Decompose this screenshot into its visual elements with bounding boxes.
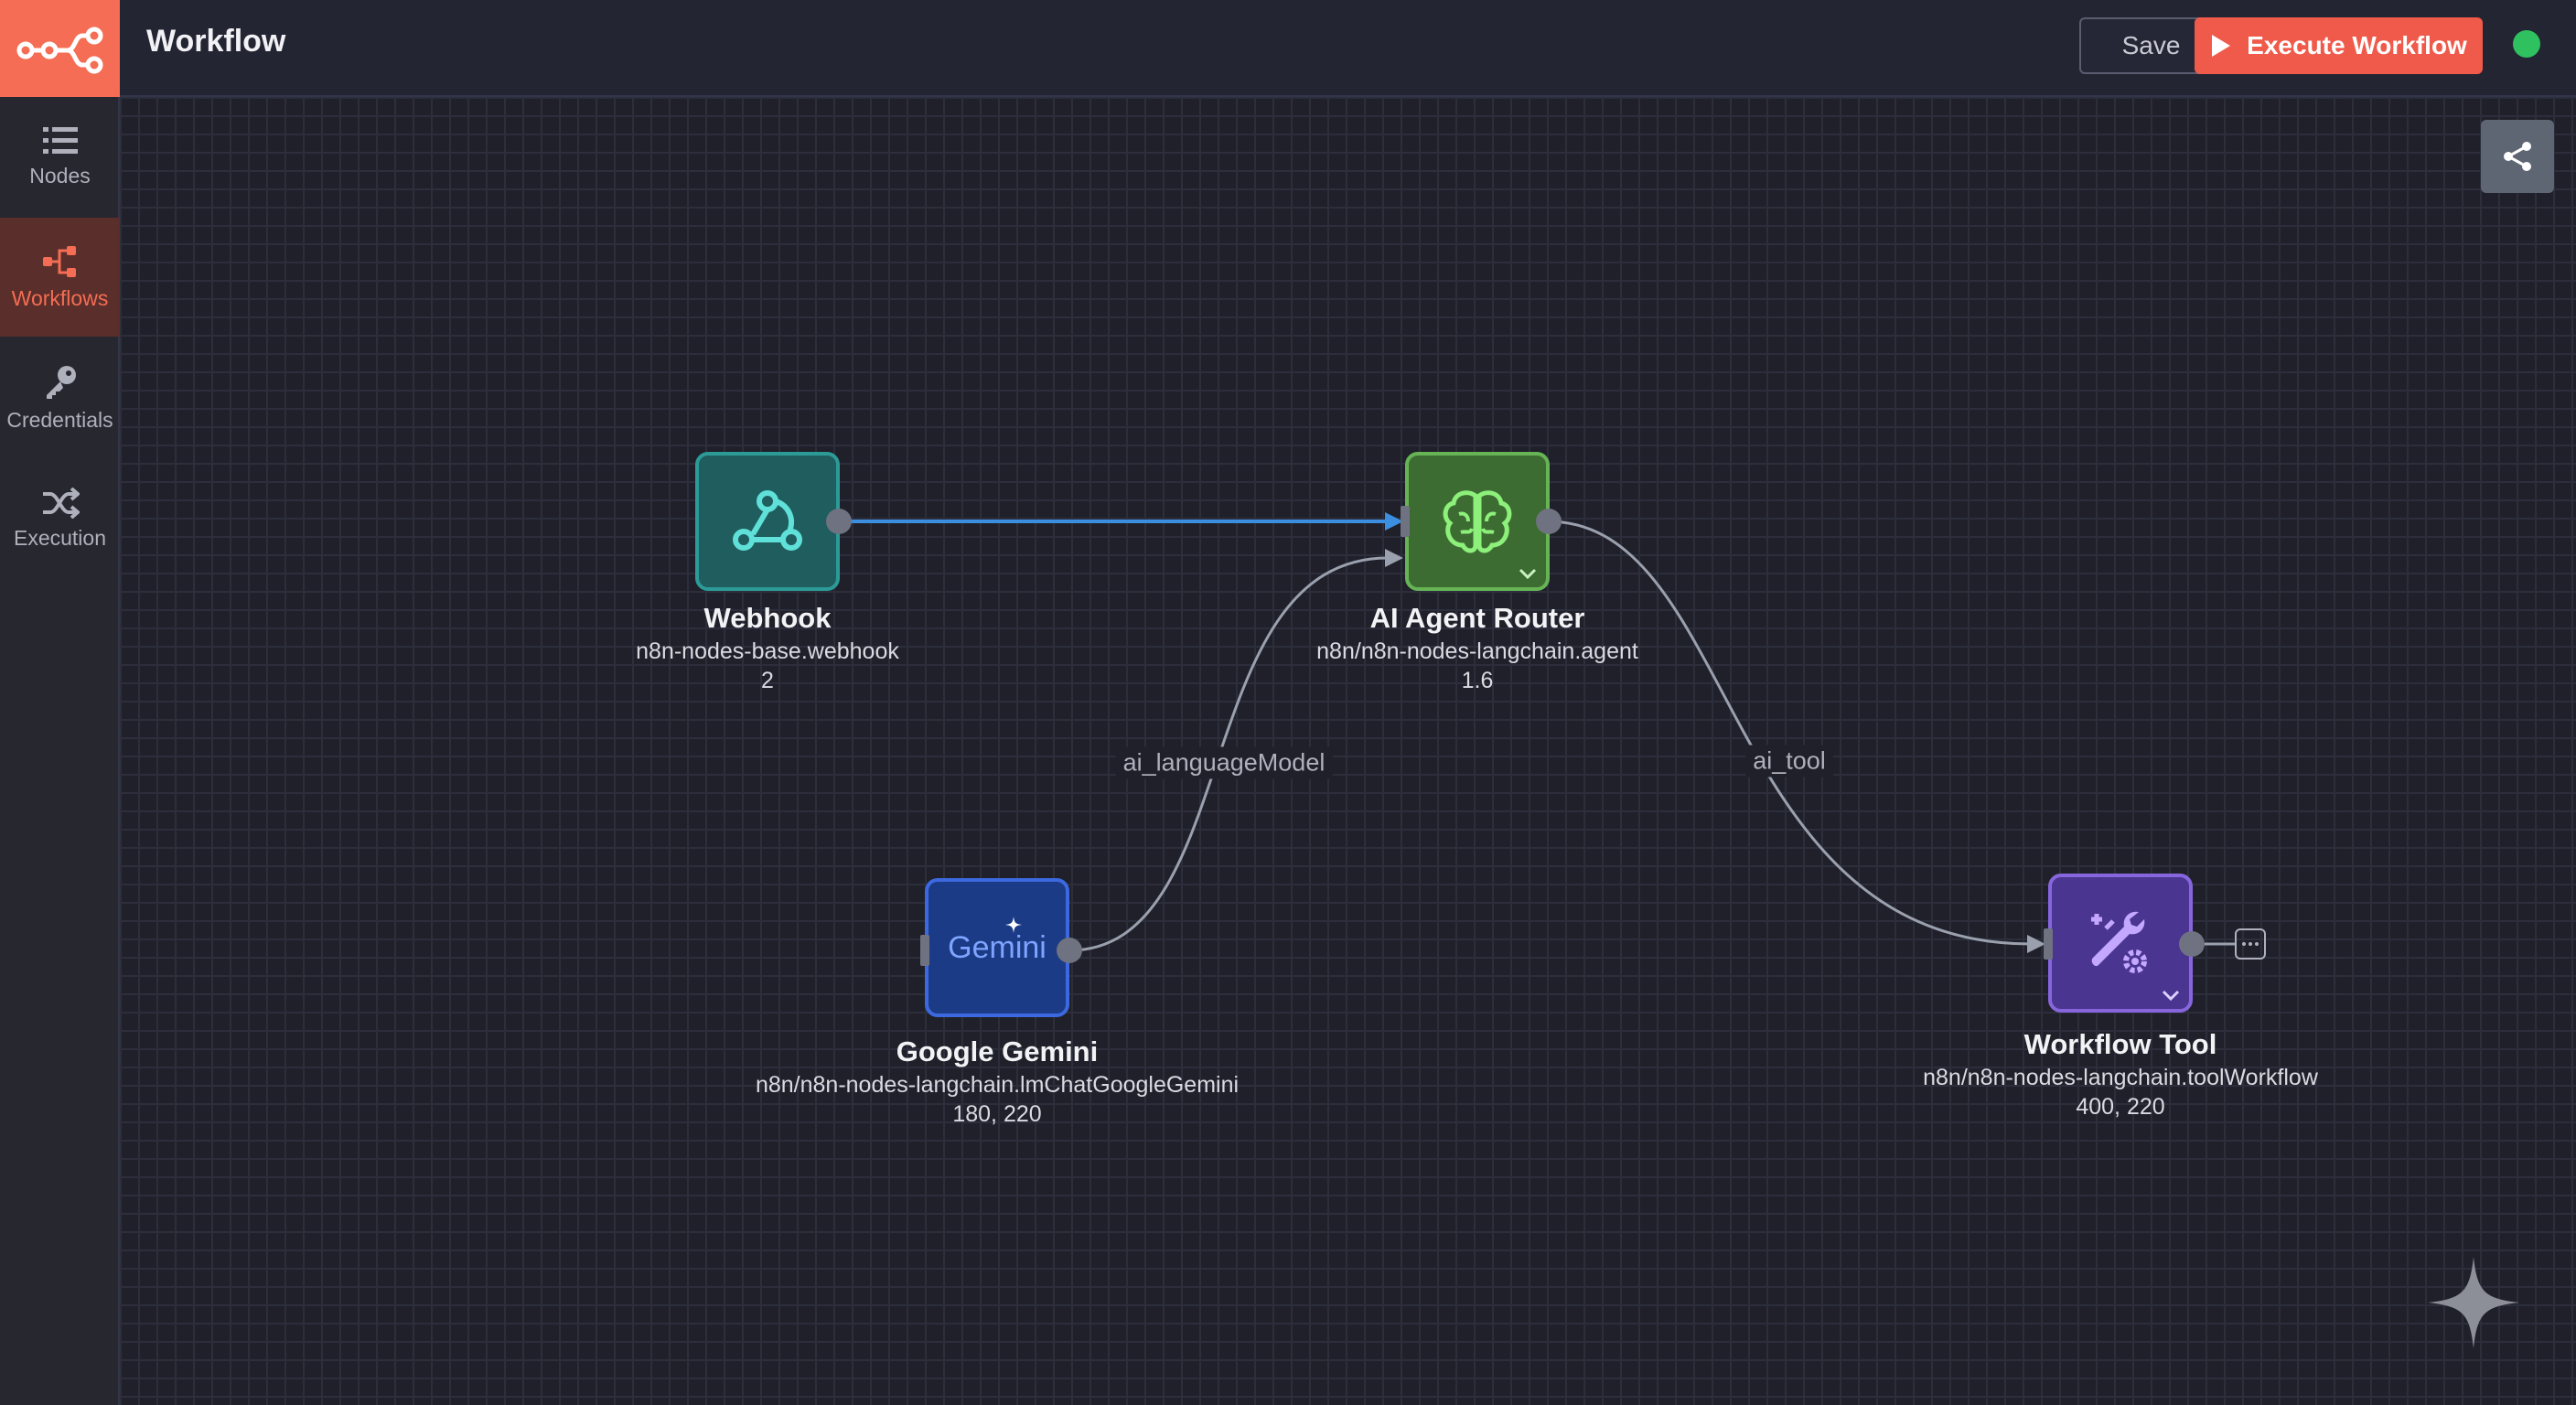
webhook-icon xyxy=(733,490,802,551)
node-workflow-tool[interactable] xyxy=(2048,874,2193,1013)
edge-label-ai-language-model: ai_languageModel xyxy=(1115,746,1333,779)
gemini-logo: Gemini xyxy=(948,929,1046,965)
input-handle[interactable] xyxy=(920,935,929,966)
sparkle-icon xyxy=(1005,917,1022,933)
share-button[interactable] xyxy=(2481,120,2554,193)
node-type: n8n/n8n-nodes-langchain.agent xyxy=(1316,638,1638,664)
sparkle-star-icon xyxy=(2428,1257,2519,1348)
node-webhook[interactable] xyxy=(695,452,840,591)
node-type: n8n/n8n-nodes-langchain.toolWorkflow xyxy=(1923,1065,2318,1090)
node-version: 2 xyxy=(761,668,774,693)
node-version: 180, 220 xyxy=(952,1101,1042,1127)
share-icon xyxy=(2504,142,2531,171)
node-ai-agent-router[interactable] xyxy=(1405,452,1550,591)
wrench-gear-icon xyxy=(2091,911,2147,973)
brain-icon xyxy=(1443,490,1512,553)
output-port[interactable] xyxy=(1536,509,1562,534)
connections-layer xyxy=(839,512,2235,953)
arrowhead xyxy=(1385,549,1403,567)
node-version: 400, 220 xyxy=(2076,1094,2165,1120)
arrowhead xyxy=(2027,935,2045,953)
chevron-down-icon[interactable] xyxy=(2162,989,2180,1002)
edge-label-ai-tool: ai_tool xyxy=(1745,745,1833,778)
output-port[interactable] xyxy=(2179,931,2205,957)
chevron-down-icon[interactable] xyxy=(1519,567,1537,580)
output-port[interactable] xyxy=(826,509,852,534)
node-label-google-gemini: Google Gemini n8n/n8n-nodes-langchain.lm… xyxy=(756,1034,1239,1129)
node-name: Webhook xyxy=(703,602,832,634)
more-icon xyxy=(2242,942,2259,946)
node-label-webhook: Webhook n8n-nodes-base.webhook 2 xyxy=(636,600,899,695)
input-handle[interactable] xyxy=(1401,506,1410,537)
node-label-workflow-tool: Workflow Tool n8n/n8n-nodes-langchain.to… xyxy=(1923,1026,2318,1121)
input-handle[interactable] xyxy=(2044,928,2053,960)
node-type: n8n/n8n-nodes-langchain.lmChatGoogleGemi… xyxy=(755,1072,1240,1098)
node-version: 1.6 xyxy=(1461,668,1494,693)
node-name: Workflow Tool xyxy=(2023,1028,2217,1060)
add-node-button[interactable] xyxy=(2235,928,2266,960)
node-google-gemini[interactable]: Gemini xyxy=(925,878,1069,1017)
node-name: Google Gemini xyxy=(896,1035,1099,1067)
node-type: n8n-nodes-base.webhook xyxy=(636,638,899,664)
node-label-ai-agent-router: AI Agent Router n8n/n8n-nodes-langchain.… xyxy=(1316,600,1638,695)
connection-agent-to-tool[interactable] xyxy=(1547,520,2032,946)
output-port[interactable] xyxy=(1057,938,1082,963)
node-name: AI Agent Router xyxy=(1369,602,1585,634)
